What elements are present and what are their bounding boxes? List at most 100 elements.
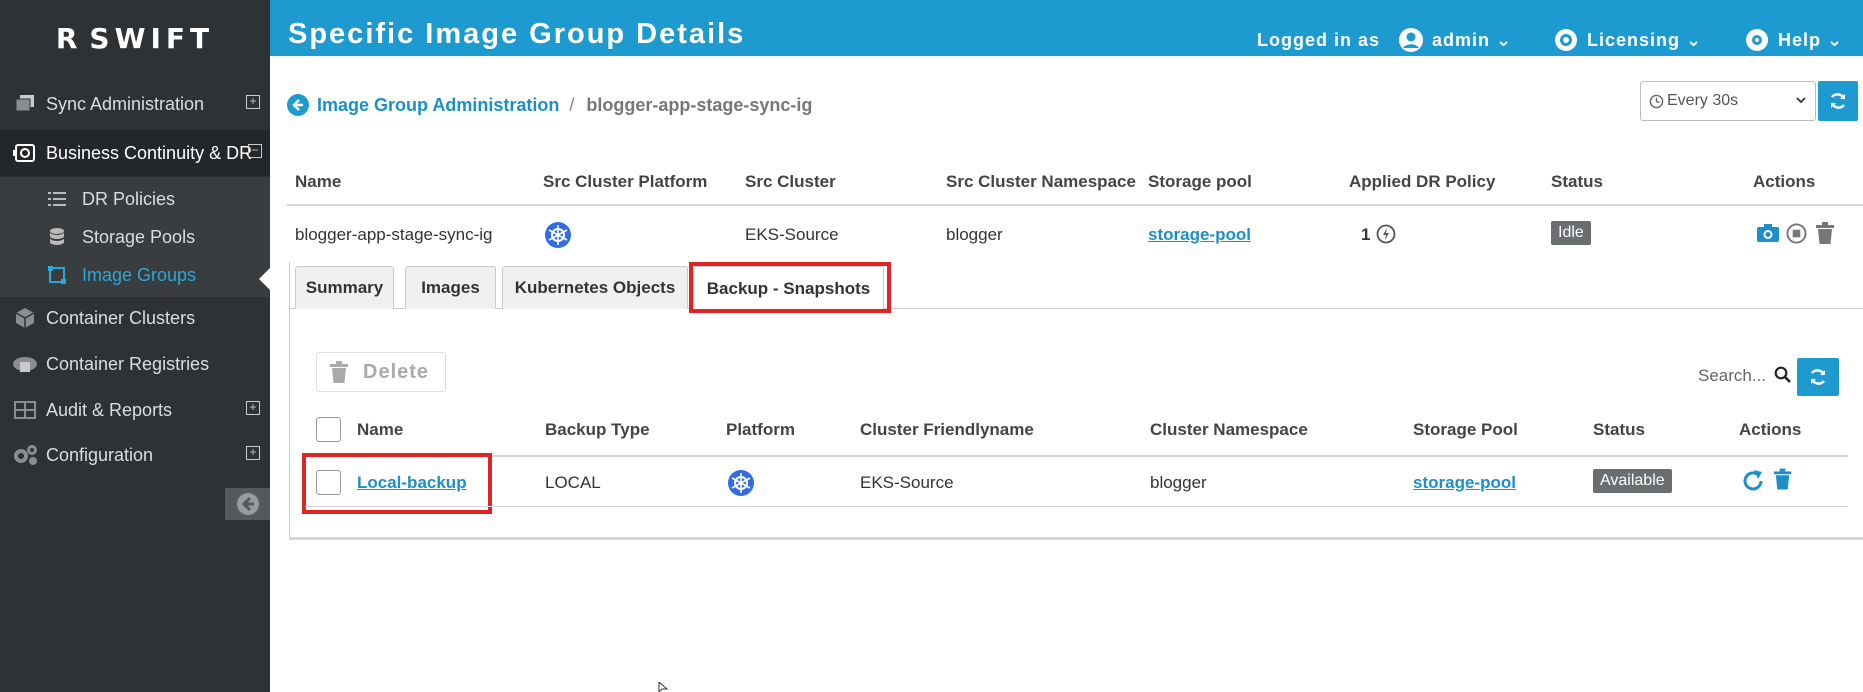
sidebar-subitem-storage-pools[interactable]: Storage Pools [46,219,266,255]
sidebar-item-label: Audit & Reports [46,399,173,420]
logo-mark: R [55,21,80,55]
stop-circle-icon[interactable] [1786,223,1807,244]
copy-stack-icon [10,93,40,115]
dr-icon [10,142,40,164]
refresh-button[interactable] [1818,81,1858,121]
gears-icon [10,444,40,466]
user-menu[interactable]: admin ⌄ [1432,30,1512,51]
delete-label: Delete [363,360,430,383]
top-header: Specific Image Group Details Logged in a… [270,0,1863,56]
sidebar-item-configuration[interactable]: Configuration + [0,432,270,478]
column-header-actions: Actions [1753,172,1816,191]
expand-icon[interactable]: + [246,446,260,460]
select-all-checkbox[interactable] [316,417,341,442]
dr-policy-count: 1 [1361,225,1371,244]
sidebar-item-container-clusters[interactable]: Container Clusters [0,295,270,341]
chevron-down-icon: ⌄ [1496,30,1513,50]
storage-pool-link[interactable]: storage-pool [1148,225,1251,245]
src-cluster: EKS-Source [745,225,839,244]
column-header-name[interactable]: Name [357,420,403,440]
arrow-left-circle-icon [236,493,259,515]
column-header-backup-type[interactable]: Backup Type [545,420,650,440]
delete-button[interactable]: Delete [316,352,446,392]
sidebar-subitem-dr-policies[interactable]: DR Policies [46,181,266,217]
storage-pool-link[interactable]: storage-pool [1413,473,1516,493]
column-header-storage-pool[interactable]: Storage Pool [1413,420,1518,440]
cluster-friendlyname: EKS-Source [860,473,954,492]
refresh-interval-select[interactable]: Every 30s [1640,81,1816,121]
trash-icon[interactable] [1815,222,1835,245]
column-header-platform[interactable]: Platform [726,420,795,440]
sidebar-collapse-button[interactable] [225,488,270,520]
image-group-icon [46,266,68,284]
breadcrumb-current: blogger-app-stage-sync-ig [586,94,813,115]
sidebar-item-label: Container Registries [46,353,210,374]
page-title: Specific Image Group Details [288,18,746,50]
gear-icon [1555,29,1577,51]
column-header-src-namespace[interactable]: Src Cluster Namespace [946,172,1136,192]
licensing-menu[interactable]: Licensing ⌄ [1587,30,1702,51]
breadcrumb-separator: / [569,94,575,115]
sidebar-item-container-registries[interactable]: Container Registries [0,341,270,387]
expand-icon[interactable]: + [246,95,260,109]
sidebar-item-business-continuity[interactable]: Business Continuity & DR − [0,130,270,176]
src-namespace: blogger [946,225,1003,244]
help-circle-icon [1746,29,1768,51]
chevron-down-icon: ⌄ [1827,30,1844,50]
status-badge: Idle [1551,221,1591,245]
column-header-src-cluster[interactable]: Src Cluster [745,172,836,192]
refresh-icon [1830,93,1846,109]
status-badge: Available [1593,469,1672,493]
help-menu[interactable]: Help ⌄ [1778,30,1843,51]
table-refresh-button[interactable] [1797,358,1839,396]
power-bolt-icon[interactable] [1376,224,1396,244]
highlight-box [302,453,492,514]
breadcrumb: Image Group Administration / blogger-app… [287,94,812,116]
sidebar: R SWIFT Sync Administration + Business C… [0,0,270,692]
sidebar-item-label: Sync Administration [46,93,205,114]
collapse-icon[interactable]: − [248,144,262,158]
divider [287,204,1863,206]
divider [305,506,1848,507]
column-header-status[interactable]: Status [1593,420,1645,440]
user-name: admin [1432,30,1491,50]
cluster-namespace: blogger [1150,473,1207,492]
restore-icon[interactable] [1741,469,1765,493]
expand-icon[interactable]: + [246,401,260,415]
sidebar-item-sync-administration[interactable]: Sync Administration + [0,81,270,127]
logo[interactable]: R SWIFT [0,0,270,76]
sidebar-subitem-label: Storage Pools [82,226,196,247]
active-caret [259,268,270,290]
column-header-cluster-friendlyname[interactable]: Cluster Friendlyname [860,420,1034,440]
tab-kubernetes-objects[interactable]: Kubernetes Objects [502,266,688,309]
column-header-status[interactable]: Status [1551,172,1603,192]
trash-icon[interactable] [1773,468,1792,491]
tab-images[interactable]: Images [405,266,496,309]
sidebar-item-label: Configuration [46,444,154,465]
column-header-dr-policy[interactable]: Applied DR Policy [1349,172,1495,192]
tab-summary[interactable]: Summary [295,266,394,309]
column-header-src-platform[interactable]: Src Cluster Platform [543,172,707,192]
column-header-storage-pool[interactable]: Storage pool [1148,172,1252,192]
kubernetes-icon [545,222,571,248]
breadcrumb-parent-link[interactable]: Image Group Administration [317,95,559,116]
grid-icon [10,399,40,421]
sidebar-item-audit-reports[interactable]: Audit & Reports + [0,387,270,433]
search-icon[interactable] [1774,366,1791,383]
kubernetes-icon [728,470,754,496]
highlight-box [689,262,891,313]
mouse-cursor-icon [658,682,669,692]
search-input[interactable]: Search... [1698,366,1766,386]
camera-icon[interactable] [1756,223,1780,243]
sidebar-subitem-image-groups[interactable]: Image Groups [46,257,266,293]
database-icon [46,228,68,246]
refresh-icon [1810,369,1826,385]
cube-icon [10,307,40,329]
back-arrow-icon[interactable] [287,94,309,116]
list-icon [46,191,68,207]
chevron-down-icon [1796,97,1806,104]
user-circle-icon [1399,28,1423,52]
divider [305,455,1848,457]
column-header-cluster-namespace[interactable]: Cluster Namespace [1150,420,1308,440]
column-header-name[interactable]: Name [295,172,341,192]
